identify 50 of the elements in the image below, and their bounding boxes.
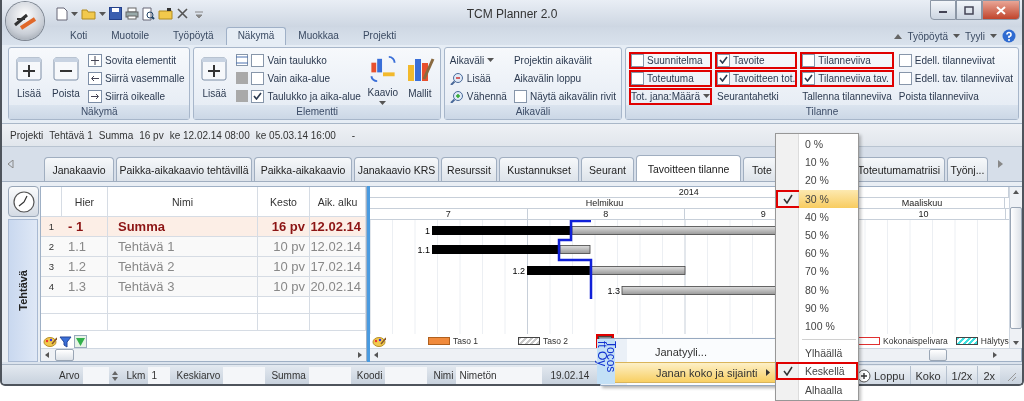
info-text: Tehtävä 1 [49, 129, 93, 141]
table-cell: 1.2 [62, 257, 108, 277]
field-label: Arvo [58, 370, 81, 381]
field-label: Nimi [432, 370, 455, 381]
table-cell: 1.1 [62, 237, 108, 257]
tooltip: Tocos ft Oy [597, 339, 615, 384]
bar-label: 1 [425, 225, 430, 236]
row-number: 4 [41, 277, 62, 297]
group-title: Elementti [194, 105, 440, 119]
group-title: Tilanne [626, 105, 1018, 119]
info-text: ke 05.03.14 16:00 [255, 129, 336, 141]
row-number: 3 [41, 257, 62, 277]
row-number: 1 [41, 217, 62, 237]
group-title: Aikaväli [444, 105, 622, 119]
legend-label: Taso 1 [453, 336, 479, 346]
table-cell: 10 pv [258, 237, 310, 257]
info-text: Summa [98, 129, 134, 141]
table-cell: 16 pv [258, 217, 310, 237]
table-cell: 10 pv [258, 257, 310, 277]
status-text: 19.02.14 [549, 370, 591, 381]
table-cell: 20.02.14 [310, 277, 366, 297]
row-number: 2 [41, 237, 62, 257]
field-label: Lkm [125, 370, 147, 381]
table-cell: Summa [108, 217, 258, 237]
table-cell: 10 pv [258, 277, 310, 297]
group-title: Näkymä [9, 105, 190, 119]
table-cell: 1.3 [62, 277, 108, 297]
week-header: 7 [370, 209, 528, 219]
field-label: Koodi [355, 370, 384, 381]
info-text: Projekti [10, 129, 44, 141]
info-text: 16 pv [139, 129, 164, 141]
legend-label: Taso 2 [543, 336, 569, 346]
field-label: Summa [270, 370, 307, 381]
table-cell: Tehtävä 2 [108, 257, 258, 277]
legend-label: Hälytys [980, 336, 1009, 346]
legend-label: Kokonaispelivara [883, 336, 948, 346]
info-text: - [351, 129, 356, 141]
table-cell: 17.02.14 [310, 257, 366, 277]
table-cell: 12.02.14 [310, 237, 366, 257]
window-title: TCM Planner 2.0 [465, 6, 559, 21]
bar-label: 1.2 [512, 265, 525, 276]
table-cell: Tehtävä 1 [108, 237, 258, 257]
info-text: ke 12.02.14 08:00 [169, 129, 250, 141]
week-header: 8 [527, 209, 685, 219]
field-label: Keskiarvo [175, 370, 222, 381]
table-cell: - 1 [62, 217, 108, 237]
bar-label: 1.1 [417, 244, 430, 255]
table-cell: 12.02.14 [310, 217, 366, 237]
bar-label: 1.3 [607, 285, 620, 296]
table-cell: Tehtävä 3 [108, 277, 258, 297]
